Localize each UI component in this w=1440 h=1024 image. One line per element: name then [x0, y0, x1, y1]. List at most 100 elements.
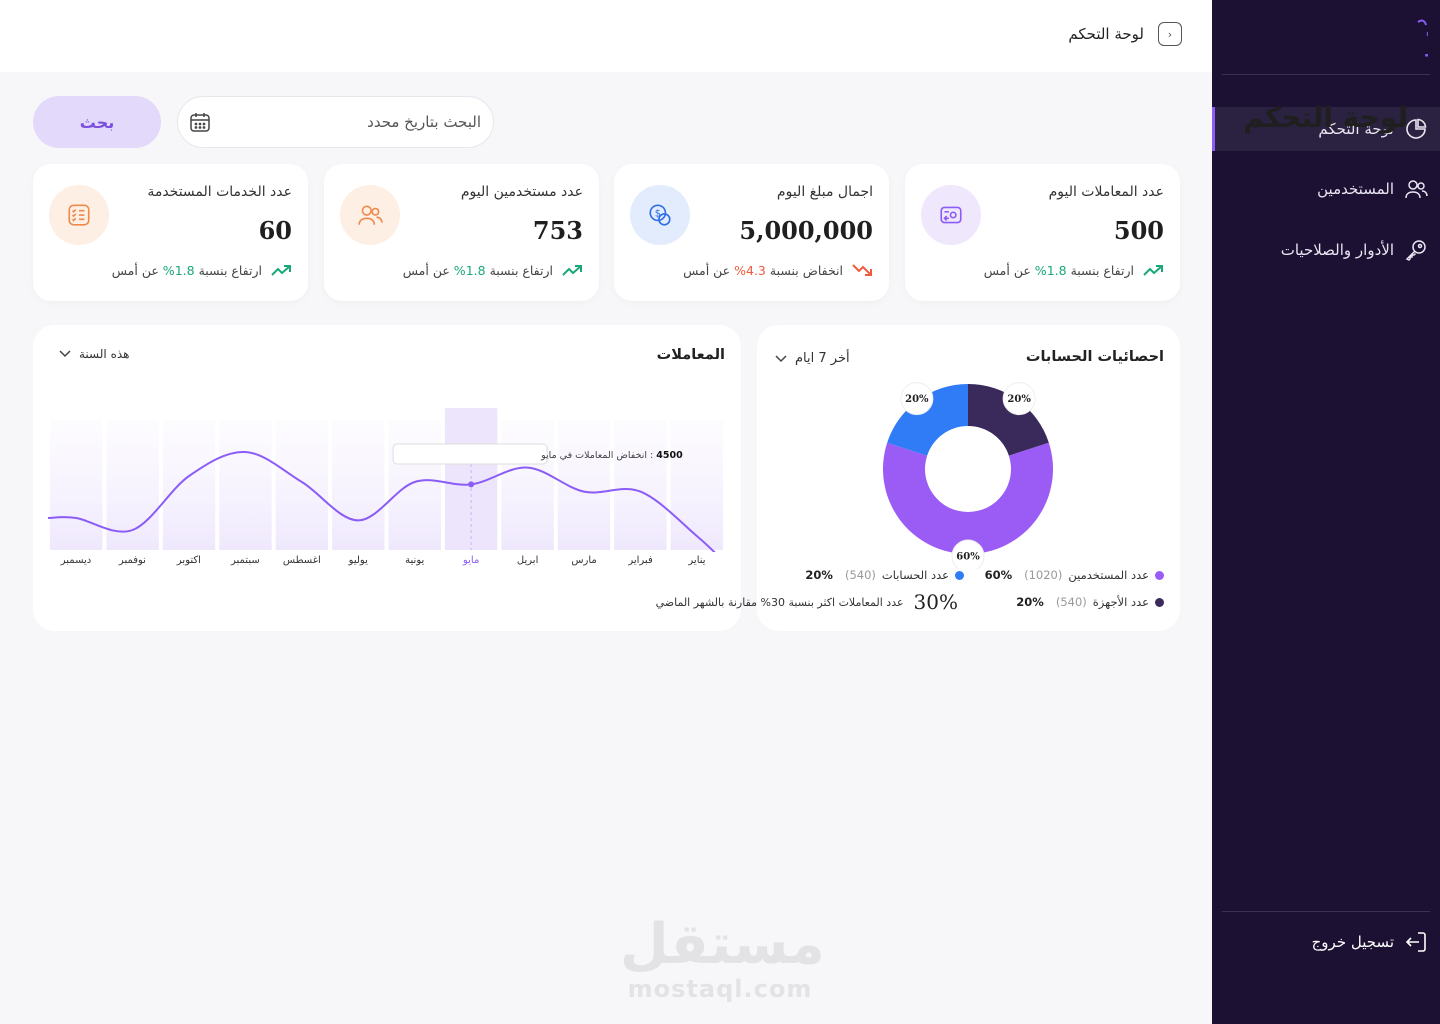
svg-text:20%: 20% [1007, 394, 1031, 405]
chevron-down-icon [775, 354, 787, 362]
logout-label: تسجيل خروج [1311, 933, 1394, 951]
transfer-icon [921, 185, 981, 245]
logout-button[interactable]: تسجيل خروج [1212, 920, 1440, 964]
sidebar-divider [1222, 911, 1430, 912]
month-label: نوفمبر [118, 555, 146, 566]
month-column [50, 420, 103, 550]
month-axis: يناير فبراير مارس ابريل مايو يونية يوليو اغسطس س… [48, 555, 725, 566]
search-button[interactable]: بحث [33, 96, 161, 148]
month-column [670, 420, 723, 550]
card-trend: ارتفاع بنسبة 1.8% عن أمس [984, 262, 1164, 278]
transactions-line-chart: 4500 : انخفاض المعاملات في مايو [48, 408, 723, 552]
slice-label: 60% [951, 539, 985, 569]
month-column [501, 420, 554, 550]
key-icon [1405, 240, 1426, 261]
month-label: مارس [571, 555, 597, 566]
coins-icon: $ [630, 185, 690, 245]
card-value: 500 [1113, 216, 1164, 245]
users-icon [1405, 180, 1428, 199]
sidebar-divider [1222, 74, 1430, 75]
breadcrumb-label: لوحة التحكم [1068, 25, 1144, 43]
top-bar: ‹ لوحة التحكم [0, 0, 1212, 72]
calendar-icon[interactable] [188, 110, 212, 134]
stat-card-transactions: عدد المعاملات اليوم 500 ارتفاع بنسبة 1.8… [905, 164, 1180, 301]
card-trend: ارتفاع بنسبة 1.8% عن أمس [112, 262, 292, 278]
sidebar-toggle-icon[interactable]: ‹ [1158, 22, 1182, 46]
card-trend: ارتفاع بنسبة 1.8% عن أمس [403, 262, 583, 278]
period-label: أخر 7 ايام [795, 351, 850, 366]
month-label: ديسمبر [60, 555, 92, 566]
month-label: اغسطس [282, 555, 321, 566]
stat-card-users: عدد مستخدمين اليوم 753 ارتفاع بنسبة 1.8%… [324, 164, 599, 301]
trend-down-icon [852, 264, 872, 276]
donut-slice [883, 442, 1053, 554]
month-column [388, 420, 441, 550]
sidebar: كاش ماستر لوحة التحكم المستخدمين الأدوار… [1212, 0, 1440, 1024]
card-title: اجمال مبلغ اليوم [776, 184, 873, 200]
month-label: يناير [688, 555, 706, 566]
year-dropdown[interactable]: هذه السنة [59, 347, 129, 361]
card-title: عدد الخدمات المستخدمة [147, 184, 292, 200]
card-value: 60 [258, 216, 292, 245]
sidebar-item-users[interactable]: المستخدمين [1212, 167, 1440, 211]
users-icon [340, 185, 400, 245]
svg-text:4500 : انخفاض المعاملات في ماي: 4500 : انخفاض المعاملات في مايو [540, 450, 683, 461]
svg-text:$: $ [655, 209, 661, 220]
month-label: مايو [462, 555, 480, 566]
trend-up-icon [1143, 265, 1163, 276]
card-trend: انخفاض بنسبة 4.3% عن أمس [683, 262, 873, 278]
month-label: يونية [405, 555, 425, 566]
period-label: هذه السنة [79, 347, 130, 361]
date-search-input[interactable] [241, 113, 481, 131]
sidebar-item-roles[interactable]: الأدوار والصلاحيات [1212, 228, 1440, 272]
legend-swatch [1155, 570, 1164, 580]
accounts-donut-chart: 20% 60% 20% [883, 382, 1053, 569]
month-column [614, 420, 667, 550]
month-column [162, 420, 216, 550]
period-dropdown[interactable]: أخر 7 ايام [775, 351, 850, 366]
page-title: لوحة التحكم [1243, 101, 1408, 134]
watermark-arabic: مستقل [620, 912, 825, 977]
legend-item: عدد المستخدمين (1020) 60% [985, 568, 1164, 582]
legend-item: عدد الحسابات (540) 20% [805, 568, 964, 582]
card-title: عدد المعاملات اليوم [1048, 184, 1164, 200]
checklist-icon [49, 185, 109, 245]
watermark: مستقل mostaql.com [620, 912, 825, 1004]
sidebar-item-label: الأدوار والصلاحيات [1280, 241, 1394, 259]
chevron-down-icon [59, 350, 71, 358]
trend-up-icon [271, 265, 291, 276]
month-label: سبتمبر [230, 555, 260, 566]
trend-up-icon [562, 265, 582, 276]
legend-swatch [1155, 597, 1164, 607]
panel-title: المعاملات [656, 347, 725, 363]
month-column [275, 420, 329, 550]
panel-title: احصائيات الحسابات [1025, 349, 1164, 365]
svg-text:20%: 20% [905, 394, 929, 405]
card-value: 753 [532, 216, 583, 245]
month-column [219, 420, 272, 550]
legend-swatch [955, 570, 964, 580]
summary-value: 30% [913, 590, 958, 614]
month-label: يوليو [348, 555, 368, 566]
svg-text:ماستر: ماستر [1425, 35, 1428, 57]
month-label: فبراير [628, 555, 653, 566]
app-logo: كاش ماستر [1417, 19, 1428, 57]
card-title: عدد مستخدمين اليوم [460, 184, 583, 200]
sidebar-item-label: المستخدمين [1317, 180, 1394, 198]
month-column [332, 420, 385, 550]
watermark-latin: mostaql.com [627, 975, 813, 1003]
month-label: ابريل [516, 555, 539, 566]
accounts-stats-panel: احصائيات الحسابات أخر 7 ايام 20% 60% 20% ع… [757, 325, 1180, 631]
transactions-summary: 30% عدد المعاملات اكثر بنسبة 30% مقارنة … [420, 590, 958, 614]
slice-label: 20% [1002, 382, 1036, 416]
legend-item: عدد الأجهزة (540) 20% [1016, 595, 1164, 609]
breadcrumb: ‹ لوحة التحكم [1068, 22, 1182, 46]
logout-icon [1405, 932, 1426, 952]
date-search-field[interactable] [177, 96, 494, 148]
data-point[interactable] [468, 481, 475, 488]
month-label: اكتوبر [176, 555, 201, 566]
card-value: 5,000,000 [739, 216, 873, 245]
stat-card-services: عدد الخدمات المستخدمة 60 ارتفاع بنسبة 1.… [33, 164, 308, 301]
slice-label: 20% [900, 382, 934, 416]
svg-text:60%: 60% [956, 552, 980, 563]
